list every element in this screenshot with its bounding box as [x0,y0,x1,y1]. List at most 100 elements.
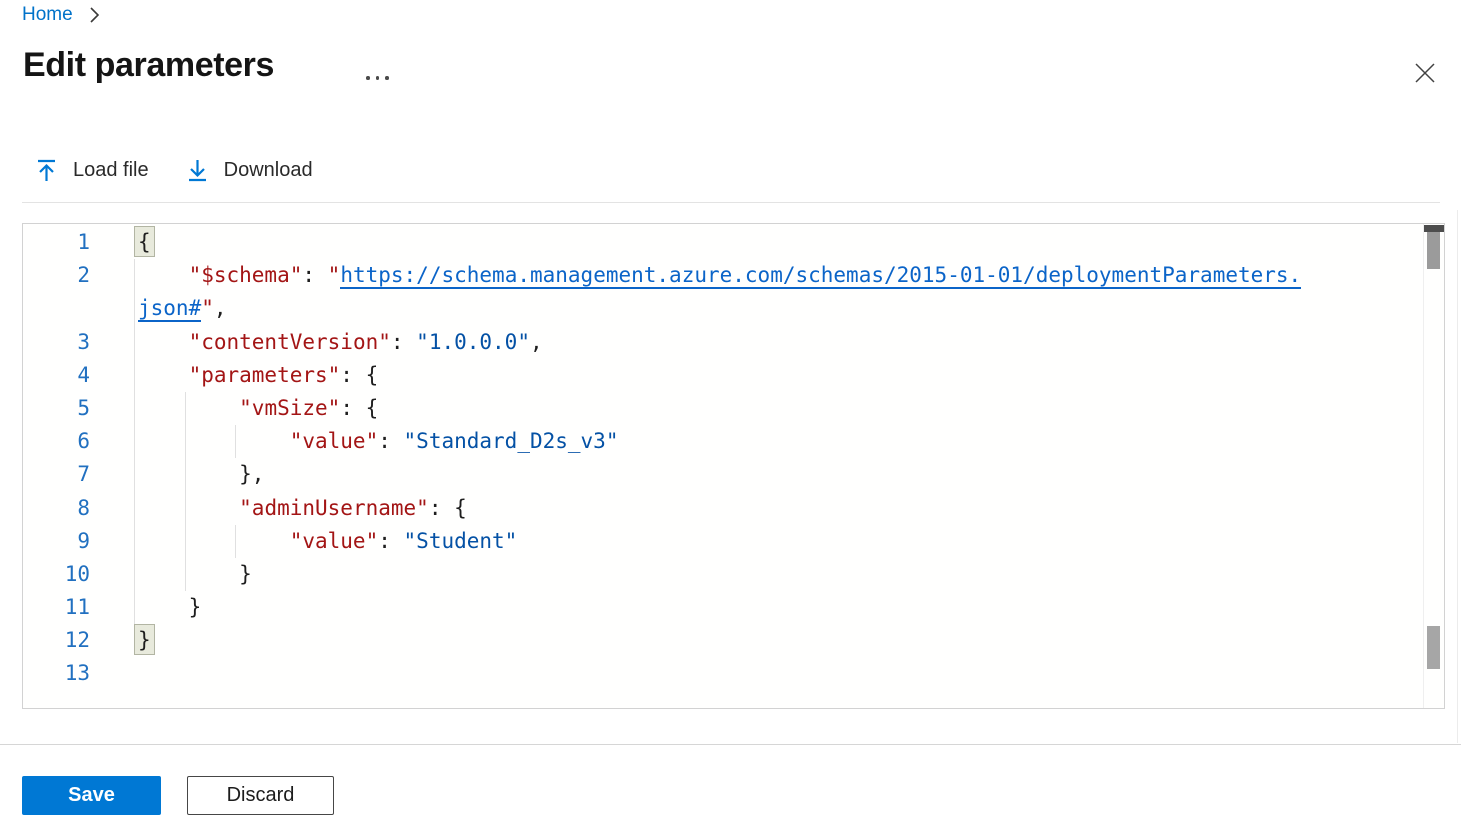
code-row[interactable]: 4 "parameters": { [23,359,1424,392]
code-segment: , [214,296,227,320]
code-segment: "adminUsername" [239,496,429,520]
line-number: 11 [23,591,111,624]
indent-guide [134,525,135,558]
indent-guide [134,292,135,325]
code-row[interactable]: 2 "$schema": "https://schema.management.… [23,259,1424,292]
code-segment: : { [429,496,467,520]
close-button[interactable] [1409,57,1441,89]
code-segment: " [201,296,214,320]
line-number: 3 [23,326,111,359]
code-segment [138,496,239,520]
code-segment: : { [340,396,378,420]
indent-guide [235,425,236,458]
ellipsis-icon [376,76,380,80]
code-line-text: "$schema": "https://schema.management.az… [111,259,1301,292]
footer-separator [0,744,1461,745]
indent-guide [185,425,186,458]
code-row[interactable]: 5 "vmSize": { [23,392,1424,425]
line-number: 1 [23,226,111,259]
line-number: 8 [23,492,111,525]
code-segment: "Student" [404,529,518,553]
line-number: 12 [23,624,111,657]
code-row[interactable]: 11 } [23,591,1424,624]
save-button[interactable]: Save [22,776,161,815]
code-rows: 1{2 "$schema": "https://schema.managemen… [23,226,1424,691]
download-label: Download [224,159,313,182]
code-line-text: "value": "Standard_D2s_v3" [111,425,618,458]
indent-guide [134,259,135,292]
code-segment: "parameters" [189,363,341,387]
code-line-text: "adminUsername": { [111,492,467,525]
line-number: 13 [23,657,111,690]
code-segment [138,330,189,354]
code-line-text: "parameters": { [111,359,378,392]
code-row[interactable]: 13 [23,657,1424,690]
editor-toolbar: Load file Download [36,159,313,182]
code-row[interactable]: 6 "value": "Standard_D2s_v3" [23,425,1424,458]
line-number: 4 [23,359,111,392]
code-link[interactable]: https://schema.management.azure.com/sche… [340,263,1301,289]
indent-guide [134,392,135,425]
indent-guide [185,458,186,491]
code-segment: "$schema" [189,263,303,287]
code-row[interactable]: 10 } [23,558,1424,591]
indent-guide [134,326,135,359]
line-number [23,292,111,325]
pane-edge-line [1457,210,1458,743]
more-options-button[interactable] [366,72,396,84]
code-segment: : [378,529,403,553]
code-segment: "1.0.0.0" [416,330,530,354]
overview-ruler-bracket-marker-top [1424,225,1444,232]
code-segment [138,529,290,553]
code-line-text: { [111,226,154,259]
scrollbar-thumb[interactable] [1427,232,1440,269]
code-row[interactable]: json#", [23,292,1424,325]
indent-guide [185,492,186,525]
code-segment [138,429,290,453]
code-segment: } [135,625,154,654]
code-segment: : [391,330,416,354]
code-line-text: } [111,624,154,657]
code-line-text [111,657,138,690]
edit-parameters-blade: Home Edit parameters [0,0,1461,822]
code-row[interactable]: 9 "value": "Student" [23,525,1424,558]
code-segment: { [135,227,154,256]
code-row[interactable]: 3 "contentVersion": "1.0.0.0", [23,326,1424,359]
code-row[interactable]: 7 }, [23,458,1424,491]
code-segment: "vmSize" [239,396,340,420]
code-segment: , [530,330,543,354]
breadcrumb-home-link[interactable]: Home [22,4,73,26]
code-line-text: "vmSize": { [111,392,378,425]
code-row[interactable]: 1{ [23,226,1424,259]
code-link[interactable]: json# [138,296,201,322]
line-number: 2 [23,259,111,292]
code-row[interactable]: 12} [23,624,1424,657]
indent-guide [134,591,135,624]
download-button[interactable]: Download [187,159,313,182]
discard-button[interactable]: Discard [187,776,334,815]
code-segment: }, [138,462,264,486]
code-line-text: } [111,558,252,591]
ellipsis-icon [385,76,389,80]
indent-guide [185,525,186,558]
code-segment: } [138,595,201,619]
indent-guide [134,492,135,525]
indent-guide [185,392,186,425]
indent-guide [134,359,135,392]
code-segment: "value" [290,529,379,553]
code-segment: } [138,562,252,586]
code-line-text: } [111,591,201,624]
line-number: 7 [23,458,111,491]
code-segment: : { [340,363,378,387]
load-file-button[interactable]: Load file [36,159,149,182]
editor-scrollbar[interactable] [1423,224,1444,708]
code-line-text: json#", [111,292,227,325]
code-line-text: "contentVersion": "1.0.0.0", [111,326,543,359]
code-segment: : [302,263,327,287]
code-segment: "contentVersion" [189,330,391,354]
page-title: Edit parameters [23,46,274,85]
json-code-editor[interactable]: 1{2 "$schema": "https://schema.managemen… [22,223,1445,709]
ellipsis-icon [366,76,370,80]
line-number: 9 [23,525,111,558]
code-row[interactable]: 8 "adminUsername": { [23,492,1424,525]
